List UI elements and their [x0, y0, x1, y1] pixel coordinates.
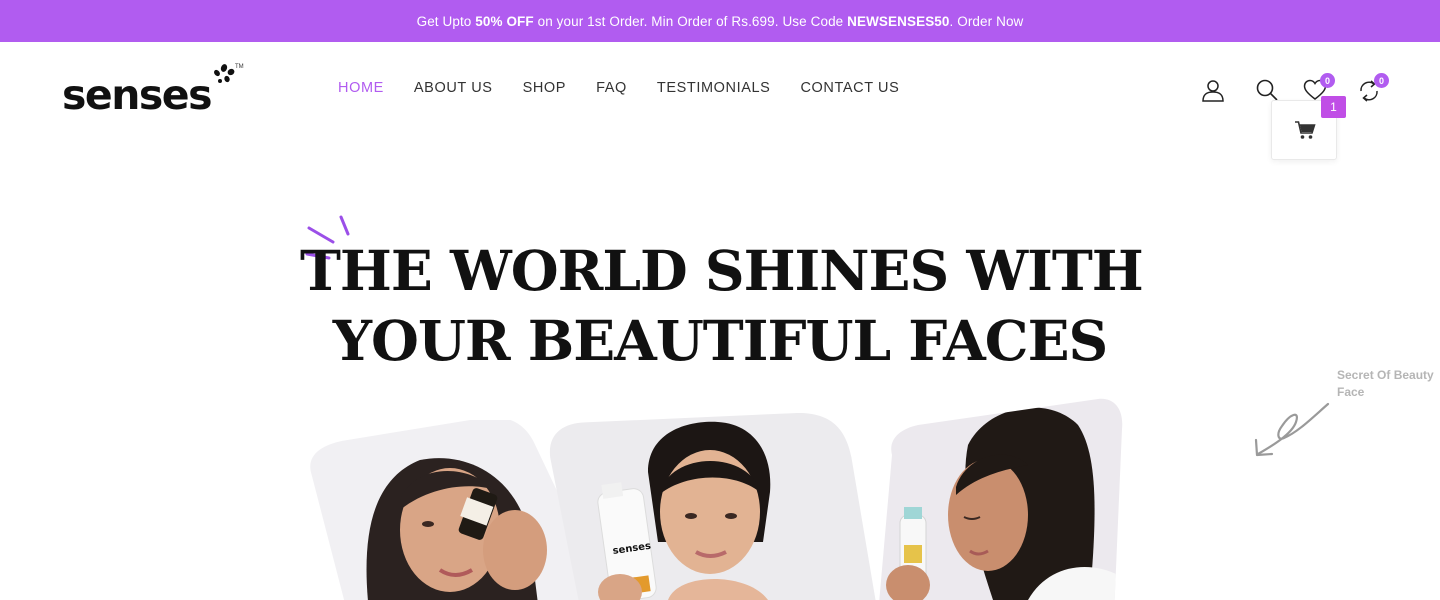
- promo-middle: on your 1st Order. Min Order of Rs.699. …: [533, 13, 848, 29]
- site-logo[interactable]: senses TM: [62, 64, 244, 119]
- wishlist-count-badge: 0: [1320, 73, 1335, 88]
- search-icon: [1256, 79, 1278, 101]
- hero-model-photo-3: [878, 395, 1128, 600]
- promo-code: NEWSENSES50: [847, 13, 950, 29]
- compare-count-badge: 0: [1374, 73, 1389, 88]
- hero-model-photo-2: senses: [548, 412, 878, 600]
- nav-about-us[interactable]: ABOUT US: [414, 80, 493, 96]
- nav-faq[interactable]: FAQ: [596, 80, 627, 96]
- logo-wordmark: senses: [62, 71, 213, 119]
- promo-prefix: Get Upto: [416, 13, 476, 29]
- nav-contact-us[interactable]: CONTACT US: [800, 80, 899, 96]
- promo-bar[interactable]: Get Upto 50% OFF on your 1st Order. Min …: [0, 0, 1440, 42]
- side-note-text: Secret Of Beauty Face: [1337, 368, 1434, 399]
- account-button[interactable]: [1201, 78, 1225, 107]
- curved-arrow-decoration: [1254, 402, 1330, 457]
- user-icon: [1202, 80, 1224, 102]
- promo-suffix: . Order Now: [949, 13, 1024, 29]
- nav-home[interactable]: HOME: [338, 80, 384, 96]
- logo-trademark: TM: [235, 64, 244, 70]
- promo-discount: 50% OFF: [475, 13, 534, 29]
- hero-title-line-2: YOUR BEAUTIFUL FACES: [332, 308, 1108, 373]
- nav-shop[interactable]: SHOP: [523, 80, 567, 96]
- logo-flower-icon: [214, 64, 235, 83]
- main-nav: HOME ABOUT US SHOP FAQ TESTIMONIALS CONT…: [338, 80, 929, 96]
- hero-title: THE WORLD SHINES WITH YOUR BEAUTIFUL FAC…: [300, 236, 1144, 376]
- cart-icon: [1295, 121, 1316, 139]
- cart-count-badge: 1: [1321, 96, 1346, 118]
- nav-testimonials[interactable]: TESTIMONIALS: [657, 80, 771, 96]
- hero-title-line-1: THE WORLD SHINES WITH: [300, 238, 1144, 303]
